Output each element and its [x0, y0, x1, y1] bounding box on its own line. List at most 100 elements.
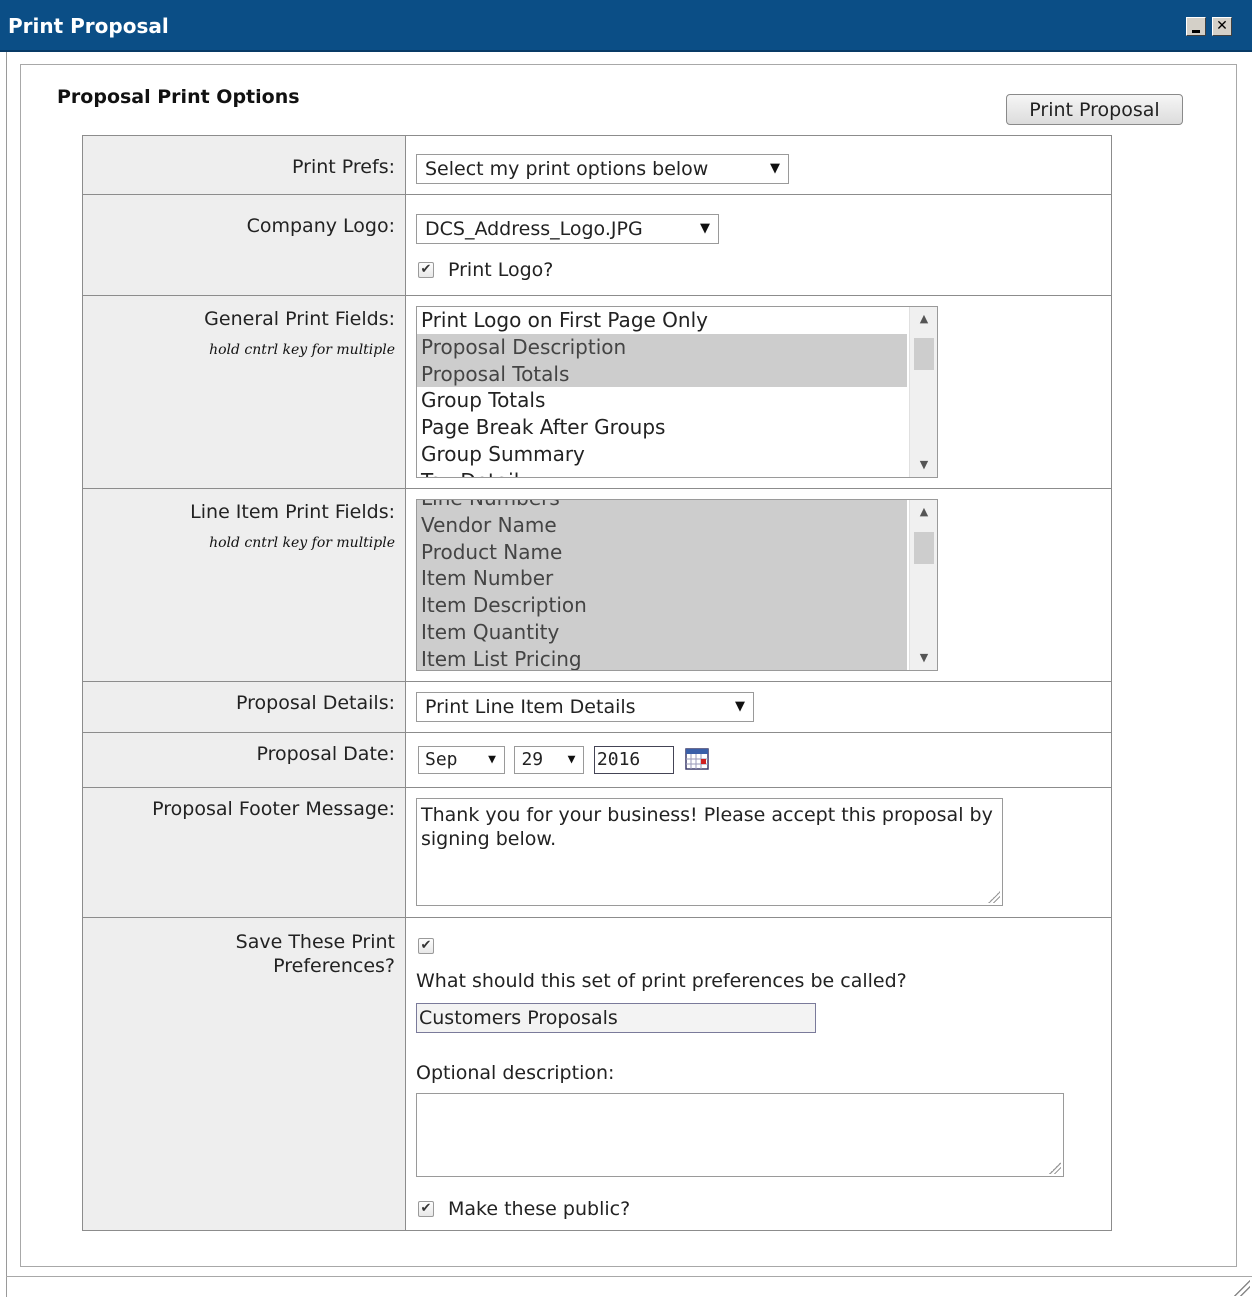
month-select-value: Sep: [425, 749, 458, 770]
prefs-name-value: Customers Proposals: [419, 1007, 618, 1029]
row-print-prefs: Print Prefs: Select my print options bel…: [82, 135, 1112, 195]
company-logo-cell: DCS_Address_Logo.JPG ▼ ✔ Print Logo?: [405, 194, 1112, 296]
list-item[interactable]: Vendor Name: [417, 511, 907, 539]
description-label: Optional description:: [416, 1062, 615, 1084]
line-item-fields-label-text: Line Item Print Fields:: [190, 501, 395, 523]
line-item-fields-listbox[interactable]: Line NumbersVendor NameProduct NameItem …: [416, 499, 938, 671]
prefs-name-prompt: What should this set of print preference…: [416, 970, 907, 992]
list-item[interactable]: Product Name: [417, 538, 907, 566]
scroll-thumb[interactable]: [914, 338, 934, 370]
list-item[interactable]: Line Numbers: [417, 500, 907, 512]
print-prefs-select[interactable]: Select my print options below ▼: [416, 154, 789, 184]
list-item[interactable]: Page Break After Groups: [417, 414, 907, 441]
footer-message-label: Proposal Footer Message:: [82, 787, 406, 918]
list-item[interactable]: Item Number: [417, 565, 907, 593]
proposal-details-select-value: Print Line Item Details: [425, 696, 636, 718]
company-logo-label: Company Logo:: [82, 194, 406, 296]
proposal-details-label: Proposal Details:: [82, 681, 406, 733]
line-item-fields-cell: Line NumbersVendor NameProduct NameItem …: [405, 488, 1112, 682]
close-button[interactable]: ✕: [1212, 17, 1232, 36]
chevron-down-icon: ▼: [770, 161, 780, 176]
print-logo-checkbox[interactable]: ✔: [418, 261, 434, 278]
description-textarea[interactable]: [416, 1093, 1064, 1177]
list-item[interactable]: Print Logo on First Page Only: [417, 307, 907, 334]
chevron-down-icon: ▼: [700, 221, 710, 236]
chevron-down-icon: ▼: [488, 752, 496, 767]
scroll-up-arrow-icon[interactable]: ▲: [910, 502, 937, 522]
proposal-details-label-text: Proposal Details:: [236, 692, 395, 714]
line-item-fields-scrollbar[interactable]: ▲ ▼: [909, 500, 937, 670]
general-fields-items: Print Logo on First Page Only Proposal De…: [417, 307, 907, 477]
resize-grip-icon[interactable]: [988, 891, 1000, 903]
make-public-label: Make these public?: [448, 1197, 631, 1220]
footer-message-cell: Thank you for your business! Please acce…: [405, 787, 1112, 918]
make-public-checkbox[interactable]: ✔: [418, 1200, 434, 1217]
section-title: Proposal Print Options: [57, 86, 300, 108]
list-item[interactable]: Item Description: [417, 592, 907, 619]
year-input-value: 2016: [596, 749, 641, 770]
company-logo-label-text: Company Logo:: [246, 215, 395, 237]
scroll-down-arrow-icon[interactable]: ▼: [910, 648, 937, 668]
print-proposal-button[interactable]: Print Proposal: [1006, 94, 1183, 125]
window-resize-grip-icon[interactable]: [1232, 1278, 1250, 1296]
list-item[interactable]: Proposal Totals: [417, 360, 907, 388]
proposal-details-cell: Print Line Item Details ▼: [405, 681, 1112, 733]
year-input[interactable]: 2016: [593, 746, 674, 774]
calendar-icon[interactable]: [685, 747, 711, 772]
print-prefs-label: Print Prefs:: [82, 135, 406, 195]
prefs-name-input[interactable]: Customers Proposals: [416, 1003, 816, 1033]
save-prefs-cell: ✔ What should this set of print preferen…: [405, 917, 1112, 1231]
day-select[interactable]: 29 ▼: [514, 746, 585, 774]
row-footer-message: Proposal Footer Message: Thank you for y…: [82, 787, 1112, 918]
save-prefs-label: Save These Print Preferences?: [82, 917, 406, 1231]
list-item[interactable]: Group Totals: [417, 387, 907, 414]
chevron-down-icon: ▼: [567, 752, 576, 767]
proposal-date-label-text: Proposal Date:: [256, 743, 395, 765]
row-general-fields: General Print Fields: hold cntrl key for…: [82, 295, 1112, 489]
print-logo-label: Print Logo?: [448, 258, 554, 281]
line-item-fields-label: Line Item Print Fields: hold cntrl key f…: [82, 488, 406, 682]
list-item[interactable]: Tax Detail: [417, 468, 907, 477]
proposal-date-cell: Sep ▼ 29 ▼ 2016: [405, 732, 1112, 788]
month-select[interactable]: Sep ▼: [418, 746, 505, 774]
row-save-prefs: Save These Print Preferences? ✔ What sho…: [82, 917, 1112, 1231]
window-footer-divider: [6, 1276, 1252, 1277]
day-select-value: 29: [521, 749, 544, 770]
window-title: Print Proposal: [8, 14, 169, 38]
chevron-down-icon: ▼: [735, 699, 745, 714]
window-titlebar: Print Proposal ✕: [0, 0, 1252, 52]
scroll-down-arrow-icon[interactable]: ▼: [910, 455, 937, 475]
general-fields-hint: hold cntrl key for multiple: [209, 342, 395, 358]
print-prefs-cell: Select my print options below ▼: [405, 135, 1112, 195]
list-item[interactable]: Proposal Description: [417, 333, 907, 361]
list-item[interactable]: Item List Pricing: [417, 645, 907, 670]
row-line-item-fields: Line Item Print Fields: hold cntrl key f…: [82, 488, 1112, 682]
row-proposal-details: Proposal Details: Print Line Item Detail…: [82, 681, 1112, 733]
save-prefs-checkbox[interactable]: ✔: [418, 937, 434, 954]
line-item-fields-hint: hold cntrl key for multiple: [209, 535, 395, 551]
footer-message-text: Thank you for your business! Please acce…: [421, 804, 993, 850]
footer-message-label-text: Proposal Footer Message:: [152, 798, 395, 820]
scroll-thumb[interactable]: [914, 532, 934, 564]
general-fields-scrollbar[interactable]: ▲ ▼: [909, 307, 937, 477]
footer-message-textarea[interactable]: Thank you for your business! Please acce…: [416, 798, 1003, 906]
resize-grip-icon[interactable]: [1049, 1162, 1061, 1174]
print-prefs-select-value: Select my print options below: [425, 158, 709, 180]
list-item[interactable]: Item Quantity: [417, 618, 907, 646]
row-proposal-date: Proposal Date: Sep ▼ 29 ▼ 2016: [82, 732, 1112, 788]
proposal-date-label: Proposal Date:: [82, 732, 406, 788]
print-prefs-label-text: Print Prefs:: [292, 156, 395, 178]
general-fields-label: General Print Fields: hold cntrl key for…: [82, 295, 406, 489]
line-item-fields-items: Line NumbersVendor NameProduct NameItem …: [417, 500, 907, 670]
company-logo-select-value: DCS_Address_Logo.JPG: [425, 218, 643, 240]
general-fields-listbox[interactable]: Print Logo on First Page Only Proposal De…: [416, 306, 938, 478]
scroll-up-arrow-icon[interactable]: ▲: [910, 309, 937, 329]
row-company-logo: Company Logo: DCS_Address_Logo.JPG ▼ ✔ Pr…: [82, 194, 1112, 296]
save-prefs-label-text: Save These Print Preferences?: [235, 931, 395, 977]
proposal-details-select[interactable]: Print Line Item Details ▼: [416, 692, 754, 722]
general-fields-label-text: General Print Fields:: [204, 308, 395, 330]
general-fields-cell: Print Logo on First Page Only Proposal De…: [405, 295, 1112, 489]
list-item[interactable]: Group Summary: [417, 441, 907, 468]
company-logo-select[interactable]: DCS_Address_Logo.JPG ▼: [416, 214, 719, 244]
minimize-button[interactable]: [1186, 17, 1206, 36]
